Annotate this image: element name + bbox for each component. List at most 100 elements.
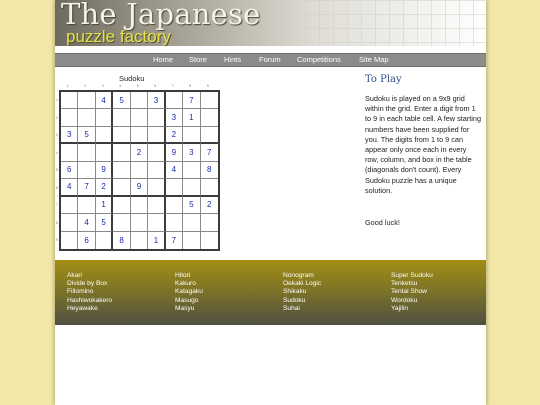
footer-link-sudoku[interactable]: Sudoku	[283, 297, 383, 305]
sudoku-cell[interactable]	[113, 126, 131, 145]
sudoku-cell[interactable]: 5	[95, 214, 114, 232]
footer-link-masugo[interactable]: Masugo	[175, 297, 275, 305]
sudoku-cell[interactable]: 9	[165, 144, 184, 162]
sudoku-cell[interactable]	[148, 126, 166, 145]
sudoku-cell[interactable]: 2	[165, 126, 184, 145]
sudoku-cell[interactable]: 9	[130, 179, 149, 197]
sudoku-cell[interactable]	[165, 179, 184, 197]
nav-store-link[interactable]: Store	[189, 54, 207, 66]
sudoku-cell[interactable]	[130, 92, 149, 110]
sudoku-cell[interactable]	[201, 232, 218, 249]
footer-link-heyawake[interactable]: Heyawake	[67, 305, 167, 313]
footer-link-akari[interactable]: Akari	[67, 272, 167, 280]
nav-forum-link[interactable]: Forum	[259, 54, 281, 66]
sudoku-cell[interactable]: 8	[200, 162, 218, 180]
sudoku-cell[interactable]	[130, 126, 149, 145]
sudoku-cell[interactable]	[183, 231, 201, 249]
sudoku-cell[interactable]	[113, 214, 131, 232]
footer-link-wordoku[interactable]: Wordoku	[391, 297, 491, 305]
sudoku-cell[interactable]	[130, 196, 149, 215]
footer-link-yajilin[interactable]: Yajilin	[391, 305, 491, 313]
sudoku-cell[interactable]: 3	[148, 92, 166, 110]
sudoku-cell[interactable]: 6	[61, 161, 79, 180]
sudoku-cell[interactable]	[113, 144, 131, 162]
sudoku-cell[interactable]	[113, 196, 131, 215]
sudoku-cell[interactable]	[183, 214, 201, 232]
footer-link-super-sudoku[interactable]: Super Sudoku	[391, 272, 491, 280]
sudoku-cell[interactable]: 9	[95, 161, 114, 180]
sudoku-cell[interactable]	[200, 179, 218, 197]
sudoku-cell[interactable]	[148, 214, 166, 232]
footer-link-hashiwokakero[interactable]: Hashiwokakero	[67, 297, 167, 305]
sudoku-cell[interactable]: 2	[130, 144, 149, 162]
sudoku-cell[interactable]	[61, 92, 79, 110]
sudoku-cell[interactable]	[113, 161, 131, 180]
footer-link-katagaku[interactable]: Katagaku	[175, 288, 275, 296]
sudoku-cell[interactable]	[200, 109, 218, 127]
nav-competitions-link[interactable]: Competitions	[297, 54, 341, 66]
sudoku-cell[interactable]: 3	[165, 109, 184, 127]
sudoku-cell[interactable]	[148, 109, 166, 127]
sudoku-cell[interactable]	[131, 231, 149, 249]
sudoku-cell[interactable]	[200, 92, 218, 110]
sudoku-cell[interactable]: 6	[78, 231, 96, 249]
sudoku-cell[interactable]: 8	[113, 231, 131, 249]
sudoku-cell[interactable]: 4	[61, 179, 79, 197]
sudoku-cell[interactable]: 1	[183, 109, 201, 127]
sudoku-cell[interactable]	[95, 109, 114, 127]
sudoku-cell[interactable]	[78, 196, 96, 215]
sudoku-cell[interactable]: 7	[200, 144, 218, 162]
sudoku-cell[interactable]	[61, 214, 79, 232]
sudoku-cell[interactable]	[78, 109, 96, 127]
footer-link-oekaki-logic[interactable]: Oekaki Logic	[283, 280, 383, 288]
sudoku-cell[interactable]	[183, 161, 201, 180]
footer-link-tenketsu[interactable]: Tenketsu	[391, 280, 491, 288]
sudoku-cell[interactable]	[96, 231, 114, 249]
footer-link-shikaku[interactable]: Shikaku	[283, 288, 383, 296]
sudoku-cell[interactable]: 2	[200, 197, 218, 215]
sudoku-cell[interactable]	[200, 127, 218, 145]
sudoku-cell[interactable]: 5	[78, 126, 96, 145]
sudoku-cell[interactable]	[183, 179, 201, 197]
sudoku-cell[interactable]: 4	[78, 214, 96, 232]
sudoku-cell[interactable]: 4	[165, 161, 184, 180]
sudoku-cell[interactable]	[130, 109, 149, 127]
sudoku-cell[interactable]	[78, 161, 96, 180]
sudoku-cell[interactable]	[130, 214, 149, 232]
sudoku-cell[interactable]	[113, 179, 131, 197]
sudoku-cell[interactable]	[78, 92, 96, 110]
sudoku-cell[interactable]: 3	[183, 144, 201, 162]
sudoku-cell[interactable]: 2	[95, 179, 114, 197]
footer-link-nonogram[interactable]: Nonogram	[283, 272, 383, 280]
nav-hints-link[interactable]: Hints	[224, 54, 241, 66]
sudoku-cell[interactable]	[113, 109, 131, 127]
sudoku-cell[interactable]	[183, 126, 201, 145]
nav-sitemap-link[interactable]: Site Map	[359, 54, 389, 66]
sudoku-cell[interactable]	[78, 144, 96, 162]
sudoku-cell[interactable]	[61, 109, 79, 127]
sudoku-cell[interactable]	[165, 92, 184, 110]
sudoku-cell[interactable]	[148, 161, 166, 180]
sudoku-cell[interactable]	[148, 144, 166, 162]
footer-link-fillomino[interactable]: Fillomino	[67, 288, 167, 296]
sudoku-cell[interactable]	[61, 196, 79, 215]
sudoku-cell[interactable]	[61, 144, 79, 162]
sudoku-cell[interactable]: 7	[166, 231, 184, 249]
sudoku-cell[interactable]: 5	[183, 196, 201, 215]
sudoku-cell[interactable]: 1	[148, 231, 166, 249]
footer-link-divide-by-box[interactable]: Divide by Box	[67, 280, 167, 288]
sudoku-cell[interactable]: 4	[95, 92, 114, 110]
footer-link-tentai-show[interactable]: Tentai Show	[391, 288, 491, 296]
sudoku-cell[interactable]	[95, 126, 114, 145]
footer-link-suhai[interactable]: Suhai	[283, 305, 383, 313]
sudoku-cell[interactable]	[130, 161, 149, 180]
sudoku-cell[interactable]	[148, 196, 166, 215]
footer-link-kakuro[interactable]: Kakuro	[175, 280, 275, 288]
sudoku-cell[interactable]: 1	[95, 196, 114, 215]
sudoku-cell[interactable]	[61, 231, 79, 249]
nav-home-link[interactable]: Home	[153, 54, 173, 66]
footer-link-hitori[interactable]: Hitori	[175, 272, 275, 280]
sudoku-cell[interactable]	[148, 179, 166, 197]
logo-subtitle[interactable]: puzzle factory	[66, 27, 171, 46]
footer-link-masyu[interactable]: Masyu	[175, 305, 275, 313]
